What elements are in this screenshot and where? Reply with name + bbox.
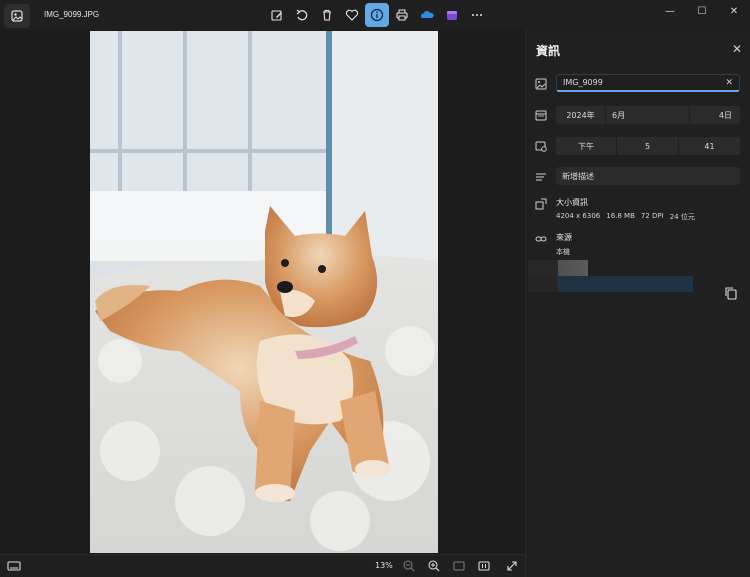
panel-title: 資訊 (536, 44, 561, 58)
clear-icon[interactable]: ✕ (725, 78, 733, 88)
size-details: 4204 x 6306 16.8 MB 72 DPI 24 位元 (556, 212, 695, 222)
actual-size-icon[interactable] (477, 559, 491, 573)
file-size: 16.8 MB (606, 212, 635, 220)
redacted-block (528, 260, 588, 276)
description-placeholder: 新增描述 (562, 171, 594, 181)
copy-icon[interactable] (724, 286, 738, 300)
close-panel-icon[interactable]: ✕ (732, 42, 742, 56)
clock-icon (535, 141, 547, 152)
info-panel: 資訊 ✕ IMG_9099 ✕ 2024年 6月 4日 下午 5 41 新增描述… (525, 30, 750, 577)
date-year[interactable]: 2024年 (556, 106, 606, 124)
delete-icon[interactable] (315, 3, 339, 27)
rotate-icon[interactable] (290, 3, 314, 27)
time-minute[interactable]: 41 (679, 137, 740, 155)
bit-depth: 24 位元 (669, 213, 695, 221)
minimize-icon[interactable]: — (654, 0, 686, 22)
photo-image[interactable] (90, 31, 438, 553)
file-name-input[interactable]: IMG_9099 ✕ (556, 74, 740, 92)
window-controls: — ☐ ✕ (654, 0, 750, 22)
file-name-value: IMG_9099 (563, 78, 603, 87)
time-hour[interactable]: 5 (617, 137, 679, 155)
source-value: 本機 (556, 248, 570, 256)
close-icon[interactable]: ✕ (718, 0, 750, 22)
size-heading: 大小資訊 (556, 198, 588, 207)
date-month[interactable]: 6月 (606, 106, 690, 124)
file-title: IMG_9099.JPG (44, 10, 100, 19)
print-icon[interactable] (390, 3, 414, 27)
fullscreen-icon[interactable] (505, 559, 519, 573)
fit-to-window-icon[interactable] (452, 559, 466, 573)
calendar-icon (535, 110, 547, 121)
edit-icon[interactable] (265, 3, 289, 27)
zoom-level: 13% (375, 561, 393, 570)
size-info-icon (535, 198, 547, 210)
maximize-icon[interactable]: ☐ (686, 0, 718, 22)
image-icon (535, 78, 547, 90)
time-period[interactable]: 下午 (556, 137, 617, 155)
description-input[interactable]: 新增描述 (556, 167, 740, 185)
dpi: 72 DPI (640, 212, 664, 220)
more-icon[interactable] (465, 3, 489, 27)
toolbar (265, 3, 489, 27)
redacted-path (528, 276, 693, 292)
title-bar: IMG_9099.JPG — ☐ ✕ (0, 0, 750, 30)
clipchamp-icon[interactable] (440, 3, 464, 27)
source-heading: 來源 (556, 233, 572, 242)
favorite-icon[interactable] (340, 3, 364, 27)
bottom-bar: 13% (0, 554, 525, 577)
date-picker[interactable]: 2024年 6月 4日 (556, 106, 740, 124)
photos-app-icon[interactable] (4, 4, 30, 28)
filmstrip-icon[interactable] (6, 559, 22, 573)
time-picker[interactable]: 下午 5 41 (556, 137, 740, 155)
info-icon[interactable] (365, 3, 389, 27)
description-icon (536, 173, 546, 181)
photo-viewer (0, 30, 525, 554)
dimensions: 4204 x 6306 (556, 212, 601, 220)
zoom-in-icon[interactable] (427, 559, 441, 573)
date-day[interactable]: 4日 (690, 106, 740, 124)
link-icon (535, 236, 547, 242)
zoom-out-icon[interactable] (402, 559, 416, 573)
onedrive-icon[interactable] (415, 3, 439, 27)
